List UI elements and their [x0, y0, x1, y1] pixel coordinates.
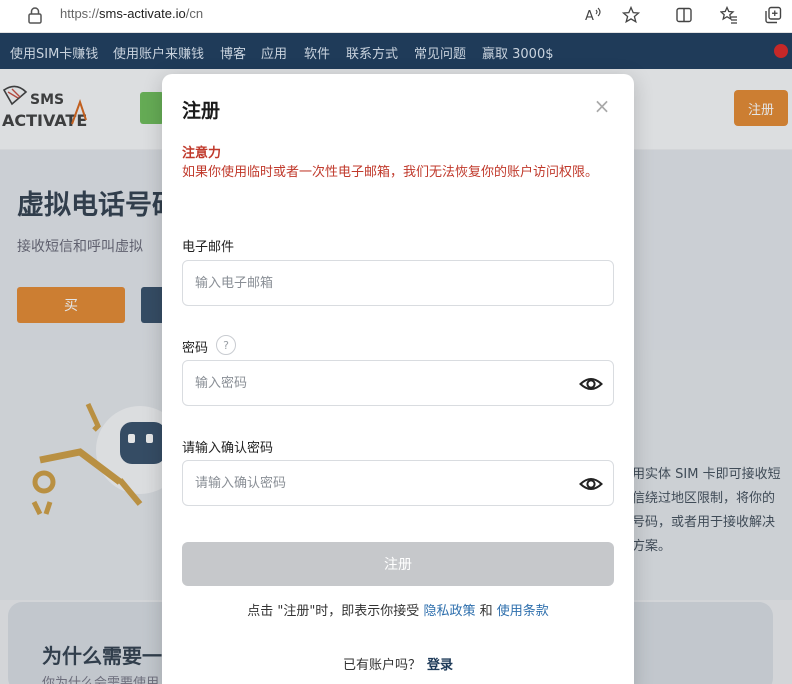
lock-icon[interactable]	[27, 6, 43, 24]
read-aloud-icon[interactable]: A	[582, 4, 604, 26]
address-bar[interactable]: https://sms-activate.io/cn	[60, 6, 203, 21]
terms-of-use-link[interactable]: 使用条款	[497, 604, 549, 619]
terms-notice: 点击 "注册"时，即表示你接受 隐私政策 和 使用条款	[162, 600, 634, 619]
confirm-password-field-wrapper	[182, 460, 614, 506]
terms-and: 和	[479, 604, 493, 619]
login-link[interactable]: 登录	[427, 658, 453, 673]
register-submit-button[interactable]: 注册	[182, 542, 614, 586]
nav-item-software[interactable]: 软件	[304, 43, 330, 62]
password-field-wrapper	[182, 360, 614, 406]
show-password-eye-icon[interactable]	[579, 373, 603, 395]
confirm-password-label: 请输入确认密码	[182, 441, 274, 456]
warning-title: 注意力	[182, 146, 222, 161]
nav-item-win-3000[interactable]: 赢取 3000$	[482, 43, 554, 62]
svg-text:A: A	[585, 9, 594, 24]
password-field[interactable]	[195, 361, 555, 405]
email-field-wrapper	[182, 260, 614, 306]
url-path: /cn	[185, 6, 204, 21]
split-screen-icon[interactable]	[673, 4, 695, 26]
nav-item-faq[interactable]: 常见问题	[414, 43, 466, 62]
nav-item-earn-account[interactable]: 使用账户来赚钱	[113, 43, 204, 62]
email-label: 电子邮件	[182, 240, 235, 255]
help-icon[interactable]: ?	[216, 335, 236, 355]
login-prompt: 已有账户吗？ 登录	[162, 654, 634, 673]
language-flag-icon[interactable]	[774, 44, 788, 58]
url-scheme: https://	[60, 6, 100, 21]
nav-item-earn-sim[interactable]: 使用SIM卡赚钱	[10, 43, 98, 62]
terms-prefix: 点击 "注册"时，即表示你接受	[247, 604, 420, 619]
password-label: 密码	[182, 341, 209, 356]
browser-toolbar: https://sms-activate.io/cn A	[0, 0, 792, 33]
favorite-star-icon[interactable]	[620, 4, 642, 26]
favorites-icon[interactable]	[718, 4, 740, 26]
nav-item-blog[interactable]: 博客	[220, 43, 246, 62]
nav-item-contact[interactable]: 联系方式	[346, 43, 398, 62]
email-field[interactable]	[195, 261, 555, 305]
site-nav: 使用SIM卡赚钱 使用账户来赚钱 博客 应用 软件 联系方式 常见问题 赢取 3…	[0, 33, 792, 69]
nav-item-apps[interactable]: 应用	[261, 43, 287, 62]
show-confirm-password-eye-icon[interactable]	[579, 473, 603, 495]
register-modal: 注册 × 注意力 如果你使用临时或者一次性电子邮箱，我们无法恢复你的账户访问权限…	[162, 74, 634, 684]
modal-title: 注册	[182, 100, 221, 122]
close-icon[interactable]: ×	[592, 96, 612, 116]
confirm-password-field[interactable]	[195, 461, 555, 505]
warning-text: 如果你使用临时或者一次性电子邮箱，我们无法恢复你的账户访问权限。	[182, 165, 599, 180]
login-prompt-text: 已有账户吗？	[342, 658, 421, 673]
privacy-policy-link[interactable]: 隐私政策	[423, 604, 475, 619]
url-host: sms-activate.io	[99, 6, 186, 21]
collections-icon[interactable]	[762, 4, 784, 26]
